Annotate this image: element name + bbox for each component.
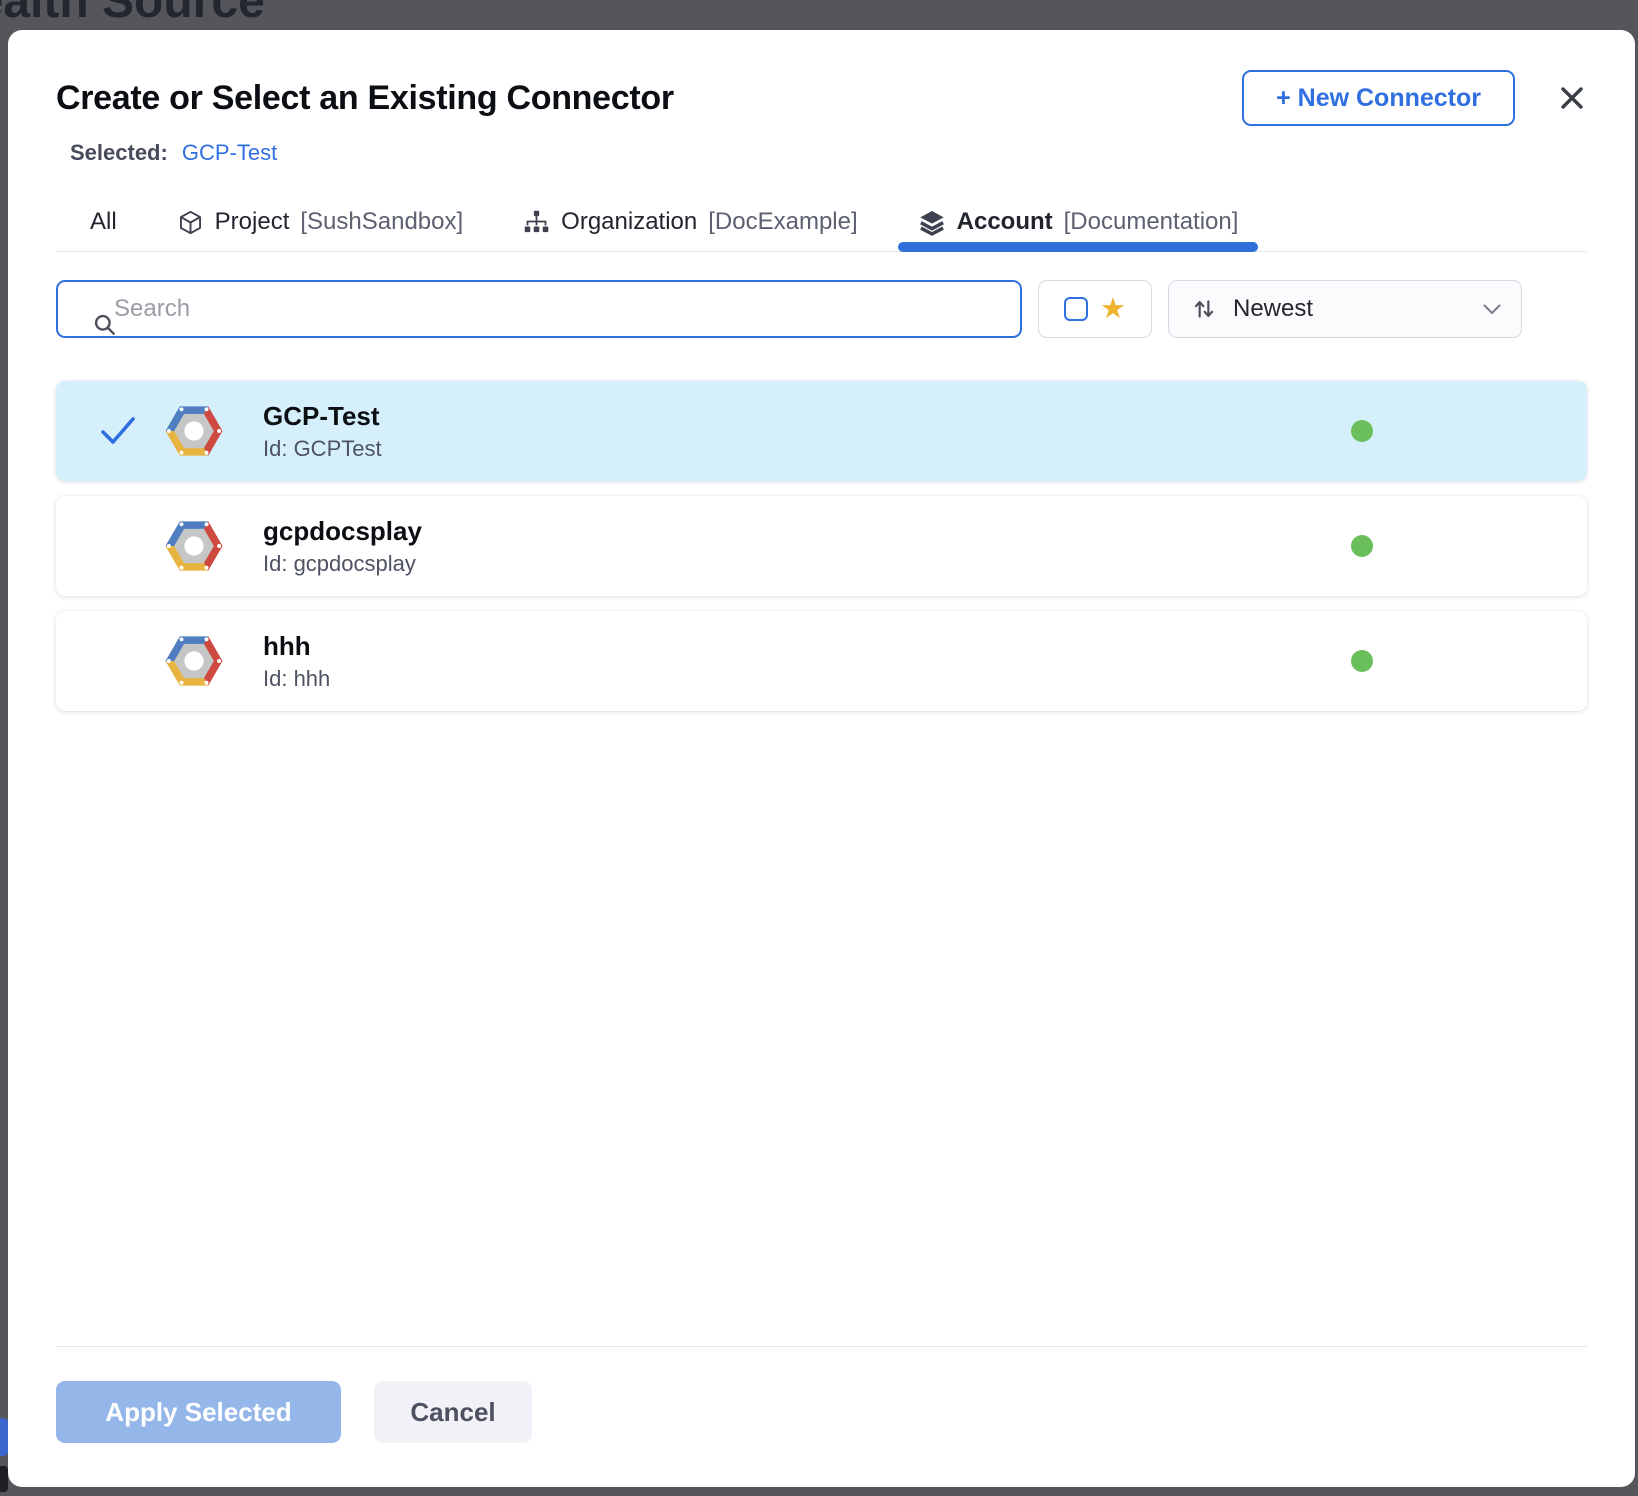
favorites-filter[interactable]: ★ [1038, 280, 1152, 338]
sort-selected-value: Newest [1233, 295, 1467, 323]
tab-organization[interactable]: Organization [DocExample] [503, 193, 877, 251]
cube-icon [177, 209, 204, 236]
connector-select-modal: Create or Select an Existing Connector +… [8, 30, 1635, 1487]
layers-icon [918, 208, 946, 236]
status-dot-active [1351, 650, 1373, 672]
tab-scope: [Documentation] [1064, 208, 1239, 236]
modal-header: Create or Select an Existing Connector +… [56, 30, 1587, 126]
connector-row-hhh[interactable]: hhh Id: hhh [56, 611, 1587, 711]
connector-id: Id: GCPTest [263, 436, 382, 462]
gcp-connector-icon [163, 515, 225, 577]
tab-scope: [DocExample] [708, 208, 857, 236]
scope-tabs: All Project [SushSandbox] [56, 193, 1587, 252]
gcp-connector-icon [163, 400, 225, 462]
sort-dropdown[interactable]: Newest [1168, 280, 1522, 338]
connector-row-gcpdocsplay[interactable]: gcpdocsplay Id: gcpdocsplay [56, 496, 1587, 596]
active-tab-underline [898, 242, 1259, 252]
selected-label: Selected: [70, 140, 168, 166]
apply-selected-button[interactable]: Apply Selected [56, 1381, 341, 1443]
footer-divider [56, 1346, 1587, 1347]
connector-name: hhh [263, 631, 330, 662]
org-chart-icon [523, 209, 550, 236]
list-toolbar: ★ Newest [56, 280, 1587, 338]
new-connector-button[interactable]: + New Connector [1242, 70, 1515, 126]
tab-label: All [90, 208, 117, 236]
close-button[interactable] [1557, 83, 1587, 113]
modal-title: Create or Select an Existing Connector [56, 79, 674, 118]
selected-check-icon [100, 416, 136, 446]
tab-project[interactable]: Project [SushSandbox] [157, 193, 484, 251]
close-icon [1559, 85, 1585, 111]
tab-label: Project [215, 208, 290, 236]
status-dot-active [1351, 420, 1373, 442]
cancel-button[interactable]: Cancel [374, 1381, 532, 1443]
tab-all[interactable]: All [70, 193, 137, 251]
chevron-down-icon [1483, 304, 1501, 315]
tab-label: Account [957, 208, 1053, 236]
background-fragment [0, 1466, 8, 1492]
connector-list: GCP-Test Id: GCPTest [56, 381, 1587, 711]
connector-name: gcpdocsplay [263, 516, 422, 547]
connector-name: GCP-Test [263, 401, 382, 432]
connector-id: Id: gcpdocsplay [263, 551, 422, 577]
connector-row-gcp-test[interactable]: GCP-Test Id: GCPTest [56, 381, 1587, 481]
background-page-heading: Health Source [0, 0, 265, 29]
star-icon: ★ [1100, 295, 1126, 324]
gcp-connector-icon [163, 630, 225, 692]
favorites-checkbox[interactable] [1064, 297, 1088, 321]
selected-row: Selected: GCP-Test [56, 140, 1587, 166]
tab-scope: [SushSandbox] [300, 208, 463, 236]
tab-account[interactable]: Account [Documentation] [898, 193, 1259, 251]
selected-connector-link[interactable]: GCP-Test [182, 140, 277, 166]
status-dot-active [1351, 535, 1373, 557]
sort-arrows-icon [1191, 296, 1217, 322]
tab-label: Organization [561, 208, 697, 236]
search-box [56, 280, 1022, 338]
search-input[interactable] [56, 280, 1022, 338]
connector-id: Id: hhh [263, 666, 330, 692]
footer-buttons: Apply Selected Cancel [56, 1381, 1587, 1487]
